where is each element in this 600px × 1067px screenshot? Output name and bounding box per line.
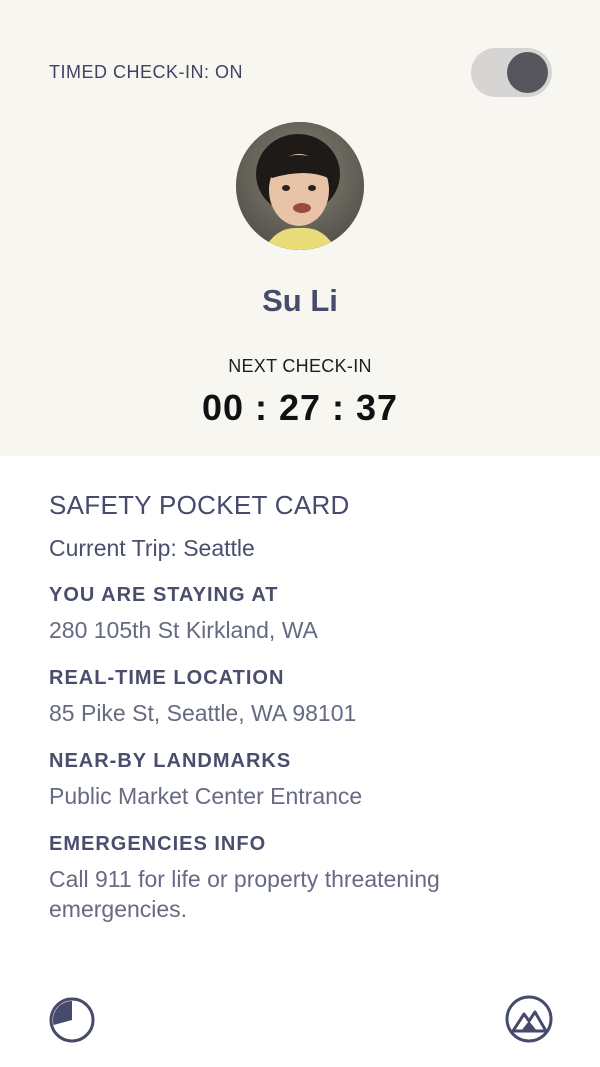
section-value: Public Market Center Entrance (49, 783, 363, 809)
mountain-nav-button[interactable] (504, 994, 554, 1044)
section-value: 280 105th St Kirkland, WA (49, 617, 318, 643)
mountain-icon (505, 995, 553, 1043)
profile-photo-icon (236, 122, 364, 250)
timer-icon (49, 997, 95, 1043)
section-real-time-location: REAL-TIME LOCATION 85 Pike St, Seattle, … (49, 667, 569, 728)
section-staying-at: YOU ARE STAYING AT 280 105th St Kirkland… (49, 584, 569, 645)
next-checkin-countdown: 00 : 27 : 37 (201, 387, 399, 428)
next-checkin-label: NEXT CHECK-IN (228, 356, 372, 376)
section-heading: EMERGENCIES INFO (49, 833, 267, 855)
current-trip: Current Trip: Seattle (49, 535, 255, 561)
avatar[interactable] (236, 122, 364, 250)
section-heading: NEAR-BY LANDMARKS (49, 750, 292, 772)
timer-nav-button[interactable] (48, 996, 96, 1044)
section-value: Call 911 for life or property threatenin… (49, 866, 440, 922)
timed-checkin-status: TIMED CHECK-IN: ON (49, 62, 244, 82)
section-heading: YOU ARE STAYING AT (49, 584, 279, 606)
safety-pocket-card: SAFETY POCKET CARD Current Trip: Seattle… (49, 490, 569, 924)
section-emergencies: EMERGENCIES INFO Call 911 for life or pr… (49, 833, 569, 924)
section-value: 85 Pike St, Seattle, WA 98101 (49, 700, 357, 726)
profile-name: Su Li (262, 283, 338, 318)
section-landmarks: NEAR-BY LANDMARKS Public Market Center E… (49, 750, 569, 811)
toggle-knob[interactable] (507, 52, 548, 93)
checkin-panel: TIMED CHECK-IN: ON Su Li NEXT CHECK-IN 0… (0, 0, 600, 456)
card-title: SAFETY POCKET CARD (49, 490, 350, 520)
timed-checkin-toggle[interactable] (471, 48, 552, 97)
section-heading: REAL-TIME LOCATION (49, 667, 285, 689)
